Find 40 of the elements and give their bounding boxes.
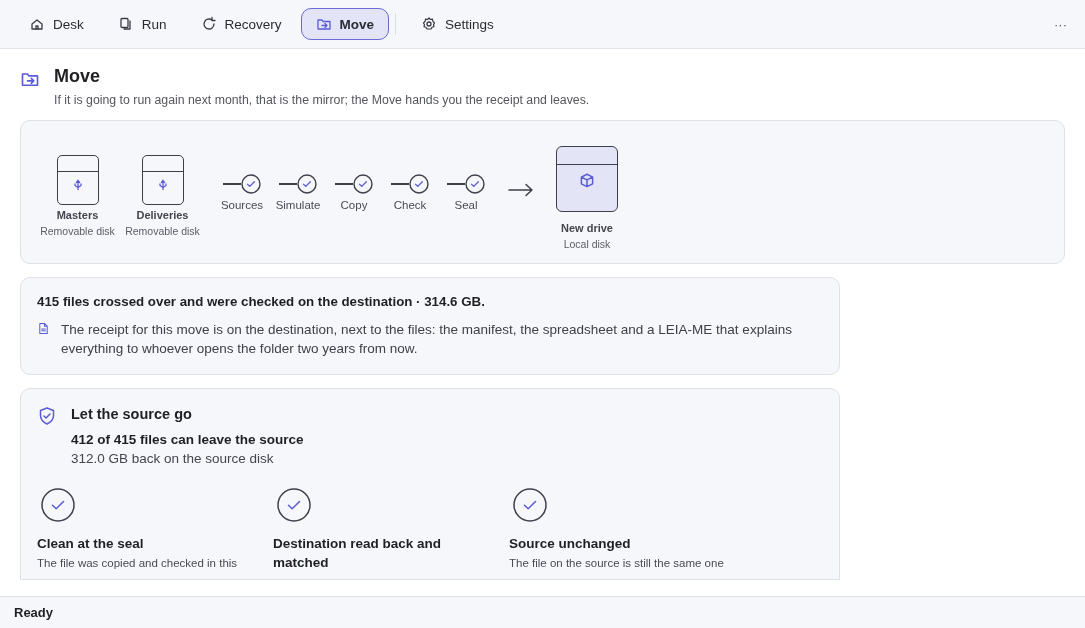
page-subtitle: If it is going to run again next month, that is the mirror; the Move hands you the receipt and leaves. — [54, 93, 590, 107]
cube-icon — [578, 172, 596, 190]
nav-tab[interactable]: Move — [300, 8, 390, 40]
nav-tab[interactable]: Settings — [406, 8, 509, 40]
release-space: 312.0 GB back on the source disk — [71, 451, 275, 466]
receipt-note: The receipt for this move is on the destination, next to the files: the manifest, the spreadsheet and a LEIA-ME that explains everything to whoever opens the folder two years from now. — [61, 321, 793, 358]
status-text: Ready — [14, 605, 54, 620]
check-title: Clean at the seal — [37, 535, 145, 553]
more-button[interactable]: ··· — [1050, 14, 1071, 34]
disk-type: Removable disk — [125, 225, 200, 237]
step-label: Copy — [340, 199, 368, 211]
page-title: Move — [54, 66, 101, 87]
disk-type: Removable disk — [40, 225, 115, 237]
step-label: Simulate — [275, 199, 321, 211]
section-title: Let the source go — [71, 406, 193, 422]
copy-icon — [117, 16, 134, 32]
usb-icon — [156, 179, 169, 191]
check-description: The file was copied and checked in this — [37, 556, 238, 571]
check-title: Source unchanged — [509, 535, 632, 553]
check-title: Destination read back and matched — [273, 535, 443, 572]
summary-headline: 415 files crossed over and were checked on the destination · 314.6 GB. — [37, 294, 486, 309]
nav-tab[interactable]: Run — [102, 8, 182, 40]
disk-name: Deliveries — [136, 209, 189, 221]
step-label: Check — [393, 199, 427, 211]
shield-check-icon — [37, 406, 57, 426]
arrow-icon — [508, 183, 534, 197]
step-label: Seal — [454, 199, 478, 211]
disk-name: Masters — [56, 209, 99, 221]
step-label: Sources — [220, 199, 264, 211]
nav-tab[interactable]: Recovery — [185, 8, 297, 40]
disk-type: Local disk — [563, 238, 611, 250]
disk-name: New drive — [561, 222, 613, 234]
document-icon — [37, 322, 50, 335]
refresh-icon — [200, 16, 217, 32]
release-count: 412 of 415 files can leave the source — [71, 432, 304, 447]
folder-arrow-icon — [315, 16, 332, 32]
nav-tab[interactable]: Desk — [14, 8, 99, 40]
check-description: The file on the source is still the same one — [509, 556, 724, 571]
usb-icon — [71, 179, 84, 191]
gear-icon — [421, 16, 438, 32]
